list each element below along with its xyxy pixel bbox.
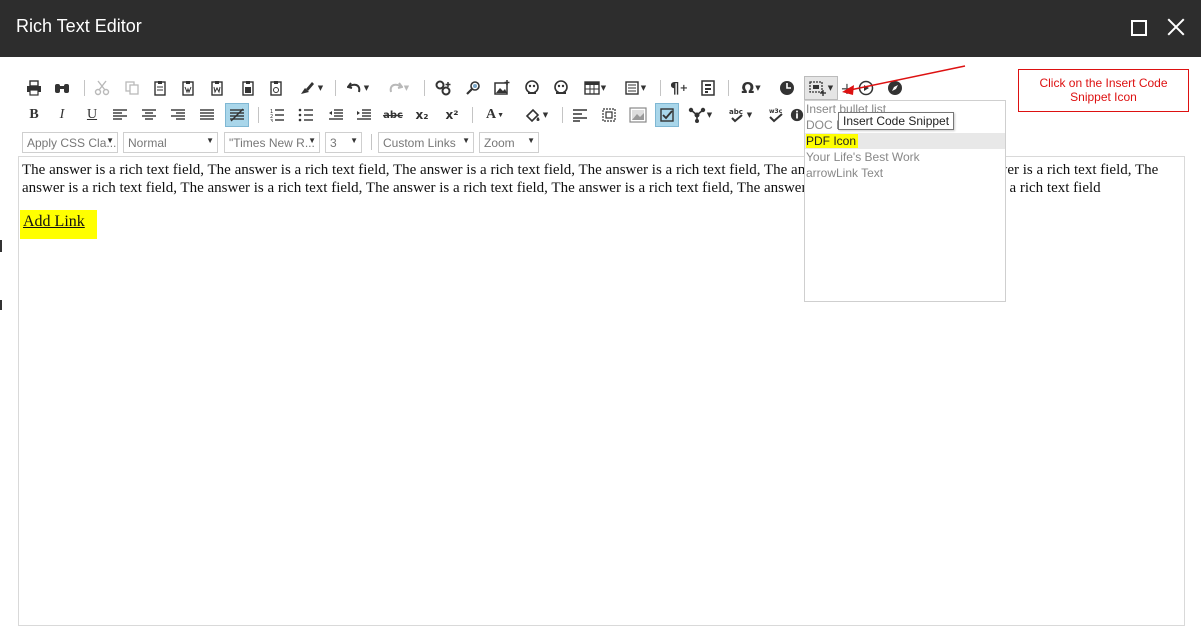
template-icon[interactable]: ▼ — [620, 76, 650, 100]
font-family-dropdown[interactable]: "Times New R... ▼ — [224, 132, 320, 153]
css-class-value: Apply CSS Cla... — [27, 136, 117, 150]
chevron-down-icon: ▼ — [106, 136, 114, 145]
chevron-down-icon: ▼ — [527, 136, 535, 145]
custom-links-dropdown[interactable]: Custom Links ▼ — [378, 132, 474, 153]
chevron-down-icon: ▼ — [462, 136, 470, 145]
zoom-value: Zoom — [484, 136, 515, 150]
outdent-icon[interactable] — [324, 103, 348, 127]
track-changes-icon[interactable] — [655, 103, 679, 127]
snippet-item-pdf-icon[interactable]: PDF Icon — [805, 133, 1005, 149]
paste-plain-icon[interactable] — [176, 76, 200, 100]
close-icon[interactable] — [1165, 16, 1187, 38]
code-snippet-menu: Insert bullet list DOC Icon PDF Icon You… — [804, 100, 1006, 302]
annotation-callout: Click on the Insert Code Snippet Icon — [1018, 69, 1189, 112]
accessibility-check-icon[interactable]: w3c — [764, 103, 788, 127]
window-title: Rich Text Editor — [16, 16, 142, 36]
spellcheck-icon[interactable]: abc ▼ — [724, 103, 756, 127]
edge-mark — [0, 300, 2, 310]
info-icon[interactable] — [790, 103, 804, 127]
paragraph-style-dropdown[interactable]: Normal ▼ — [123, 132, 218, 153]
align-center-icon[interactable] — [137, 103, 161, 127]
show-blocks-icon[interactable] — [597, 103, 621, 127]
highlight-icon[interactable]: ▼ — [520, 103, 552, 127]
redo-icon[interactable]: ▼ — [383, 76, 413, 100]
edge-mark — [0, 240, 2, 252]
snippet-item-label: PDF Icon — [806, 134, 859, 148]
cut-icon[interactable] — [90, 76, 114, 100]
share-icon[interactable]: ▼ — [684, 103, 716, 127]
module-icon[interactable] — [854, 76, 878, 100]
window-titlebar: Rich Text Editor — [0, 0, 1201, 57]
media-icon[interactable] — [520, 76, 544, 100]
indent-icon[interactable] — [352, 103, 376, 127]
snippet-item[interactable]: Your Life's Best Work — [805, 149, 1005, 165]
remove-link-icon[interactable] — [462, 76, 486, 100]
font-size-dropdown[interactable]: 3 ▼ — [325, 132, 362, 153]
compass-icon[interactable] — [883, 76, 907, 100]
symbol-icon[interactable]: Ω ▼ — [736, 76, 766, 100]
maximize-icon[interactable] — [1131, 20, 1147, 36]
print-icon[interactable] — [22, 76, 46, 100]
find-icon[interactable] — [50, 76, 74, 100]
underline-button[interactable]: U — [80, 103, 104, 127]
css-class-dropdown[interactable]: Apply CSS Cla... ▼ — [22, 132, 118, 153]
paste-word-icon[interactable] — [205, 76, 229, 100]
font-family-value: "Times New R... — [229, 136, 315, 150]
paragraph-style-icon[interactable] — [568, 103, 592, 127]
add-link[interactable]: Add Link — [20, 210, 97, 239]
bold-button[interactable]: B — [22, 103, 46, 127]
subscript-icon[interactable]: x₂ — [410, 103, 434, 127]
hyperlink-icon[interactable] — [432, 76, 456, 100]
custom-links-value: Custom Links — [383, 136, 456, 150]
time-icon[interactable] — [775, 76, 799, 100]
insert-code-snippet-icon[interactable]: ▼ — [804, 76, 838, 100]
font-color-icon[interactable]: A ▼ — [480, 103, 510, 127]
image-manager-icon[interactable] — [626, 103, 650, 127]
justify-icon[interactable] — [195, 103, 219, 127]
copy-icon[interactable] — [120, 76, 144, 100]
paragraph-style-value: Normal — [128, 136, 167, 150]
paste-icon[interactable] — [148, 76, 172, 100]
tooltip: Insert Code Snippet — [838, 112, 955, 130]
svg-text:3: 3 — [270, 119, 273, 122]
align-right-icon[interactable] — [166, 103, 190, 127]
editor-content-area[interactable]: The answer is a rich text field, The ans… — [18, 156, 1185, 626]
chevron-down-icon: ▼ — [308, 136, 316, 145]
numbered-list-icon[interactable]: 123 — [265, 103, 289, 127]
strike-block-icon[interactable] — [225, 103, 249, 127]
snippet-item[interactable]: arrowLink Text — [805, 165, 1005, 181]
align-left-icon[interactable] — [108, 103, 132, 127]
italic-button[interactable]: I — [50, 103, 74, 127]
editor-paragraph: The answer is a rich text field, The ans… — [22, 162, 1159, 196]
chevron-down-icon: ▼ — [206, 136, 214, 145]
image-icon[interactable] — [490, 76, 514, 100]
font-size-value: 3 — [330, 136, 337, 150]
superscript-icon[interactable]: x² — [440, 103, 464, 127]
paste-markdown-icon[interactable] — [264, 76, 288, 100]
table-icon[interactable]: ▼ — [580, 76, 610, 100]
zoom-dropdown[interactable]: Zoom ▼ — [479, 132, 539, 153]
undo-icon[interactable]: ▼ — [343, 76, 373, 100]
paste-html-icon[interactable] — [236, 76, 260, 100]
form-icon[interactable] — [696, 76, 720, 100]
bullet-list-icon[interactable] — [294, 103, 318, 127]
paragraph-icon[interactable]: ¶ + — [667, 76, 691, 100]
add-icon[interactable]: + — [840, 76, 854, 100]
strikethrough-icon[interactable]: abc — [381, 103, 405, 127]
format-painter-icon[interactable]: ▼ — [296, 76, 326, 100]
flash-icon[interactable] — [549, 76, 573, 100]
chevron-down-icon: ▼ — [350, 136, 358, 145]
